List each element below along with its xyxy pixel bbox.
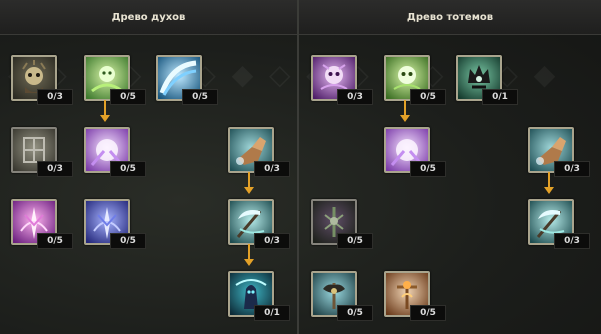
totem_tree-talent[interactable]: 0/5 [384, 271, 446, 321]
spirit_tree-talent[interactable]: 0/5 [84, 199, 146, 249]
dependency-arrow [400, 100, 410, 122]
tree-divider [297, 0, 299, 334]
talent-points-counter: 0/5 [37, 233, 73, 249]
totem_tree-talent[interactable]: 0/3 [528, 199, 590, 249]
totem_tree-talent[interactable]: 0/3 [528, 127, 590, 177]
talent-points-counter: 0/5 [182, 89, 218, 105]
dependency-arrow [100, 100, 110, 122]
totem_tree-talent[interactable]: 0/5 [384, 127, 446, 177]
talent-points-counter: 0/3 [254, 233, 290, 249]
talent-points-counter: 0/5 [110, 233, 146, 249]
totem_tree-talent[interactable]: 0/5 [311, 199, 373, 249]
spirit_tree-talent[interactable]: 0/1 [228, 271, 290, 321]
talent-points-counter: 0/1 [254, 305, 290, 321]
talent-window: Древо духов Древо тотемов ◆ ◇ ◆ ◇ ◆ ◇ ◆ … [0, 0, 601, 334]
talent-points-counter: 0/5 [337, 233, 373, 249]
spirit_tree-talent[interactable]: 0/3 [228, 127, 290, 177]
spirit-tree-header: Древо духов [0, 0, 297, 35]
dependency-arrow [244, 172, 254, 194]
totem_tree-talent[interactable]: 0/5 [384, 55, 446, 105]
spirit_tree-talent[interactable]: 0/5 [84, 55, 146, 105]
totem_tree-talent[interactable]: 0/5 [311, 271, 373, 321]
totem_tree-talent[interactable]: 0/1 [456, 55, 518, 105]
talent-points-counter: 0/1 [482, 89, 518, 105]
totem-tree-header: Древо тотемов [299, 0, 601, 35]
totem_tree-talent[interactable]: 0/3 [311, 55, 373, 105]
talent-points-counter: 0/3 [37, 89, 73, 105]
spirit_tree-talent[interactable]: 0/3 [228, 199, 290, 249]
spirit_tree-talent[interactable]: 0/5 [84, 127, 146, 177]
spirit_tree-talent[interactable]: 0/5 [11, 199, 73, 249]
talent-points-counter: 0/3 [554, 161, 590, 177]
talent-points-counter: 0/5 [410, 161, 446, 177]
dependency-arrow [544, 172, 554, 194]
talent-points-counter: 0/3 [554, 233, 590, 249]
talent-points-counter: 0/3 [37, 161, 73, 177]
talent-points-counter: 0/3 [254, 161, 290, 177]
talent-points-counter: 0/5 [410, 305, 446, 321]
spirit_tree-talent[interactable]: 0/3 [11, 127, 73, 177]
talent-points-counter: 0/5 [337, 305, 373, 321]
talent-points-counter: 0/5 [110, 89, 146, 105]
spirit_tree-talent[interactable]: 0/5 [156, 55, 218, 105]
talent-points-counter: 0/5 [410, 89, 446, 105]
dependency-arrow [244, 244, 254, 266]
talent-points-counter: 0/3 [337, 89, 373, 105]
talent-points-counter: 0/5 [110, 161, 146, 177]
spirit_tree-talent[interactable]: 0/3 [11, 55, 73, 105]
